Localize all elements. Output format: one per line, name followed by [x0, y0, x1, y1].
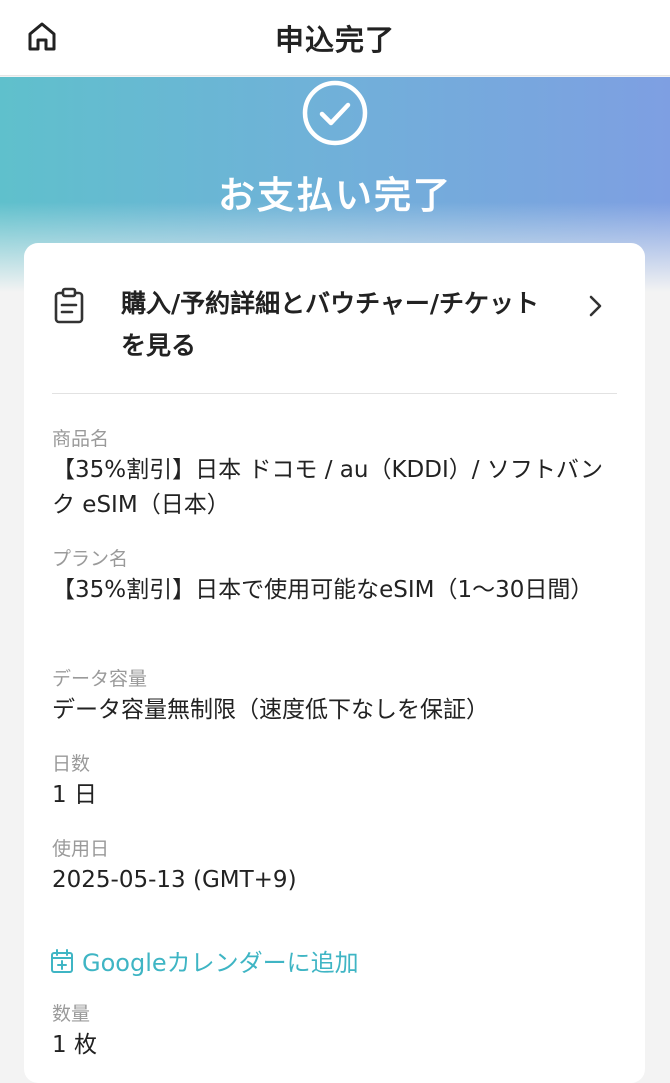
usage-date-label: 使用日: [52, 838, 110, 860]
view-booking-details-label: 購入/予約詳細とバウチャー/チケットを見る: [121, 289, 540, 360]
product-name-label: 商品名: [52, 428, 110, 450]
check-circle-icon: [302, 80, 368, 146]
product-name-value: 【35%割引】日本 ドコモ / au（KDDI）/ ソフトバンク eSIM（日本…: [52, 457, 603, 518]
home-button[interactable]: [20, 14, 64, 58]
days-label: 日数: [52, 753, 91, 775]
quantity-value: 1 枚: [52, 1032, 97, 1058]
order-summary-card: 購入/予約詳細とバウチャー/チケットを見る 商品名 【35%割引】日本 ドコモ …: [24, 243, 645, 1083]
plan-name-value: 【35%割引】日本で使用可能なeSIM（1〜30日間）: [52, 577, 594, 603]
data-capacity-value: データ容量無制限（速度低下なしを保証）: [52, 697, 489, 723]
usage-date-value: 2025-05-13 (GMT+9): [52, 867, 297, 893]
payment-complete-title: お支払い完了: [218, 174, 452, 217]
data-capacity-label: データ容量: [52, 668, 148, 690]
days-value: 1 日: [52, 782, 97, 808]
home-icon: [28, 22, 56, 51]
plan-name-label: プラン名: [52, 548, 129, 570]
page-title: 申込完了: [274, 22, 395, 57]
add-to-google-calendar-link[interactable]: Googleカレンダーに追加: [50, 943, 359, 978]
quantity-label: 数量: [52, 1003, 91, 1025]
clipboard-icon: [54, 287, 84, 324]
top-nav-bar: 申込完了: [0, 0, 670, 76]
add-to-google-calendar-label: Googleカレンダーに追加: [82, 949, 359, 977]
chevron-right-icon: [589, 295, 602, 317]
calendar-add-icon: [51, 948, 73, 973]
divider: [52, 393, 617, 394]
view-booking-details-link[interactable]: 購入/予約詳細とバウチャー/チケットを見る: [24, 243, 645, 393]
